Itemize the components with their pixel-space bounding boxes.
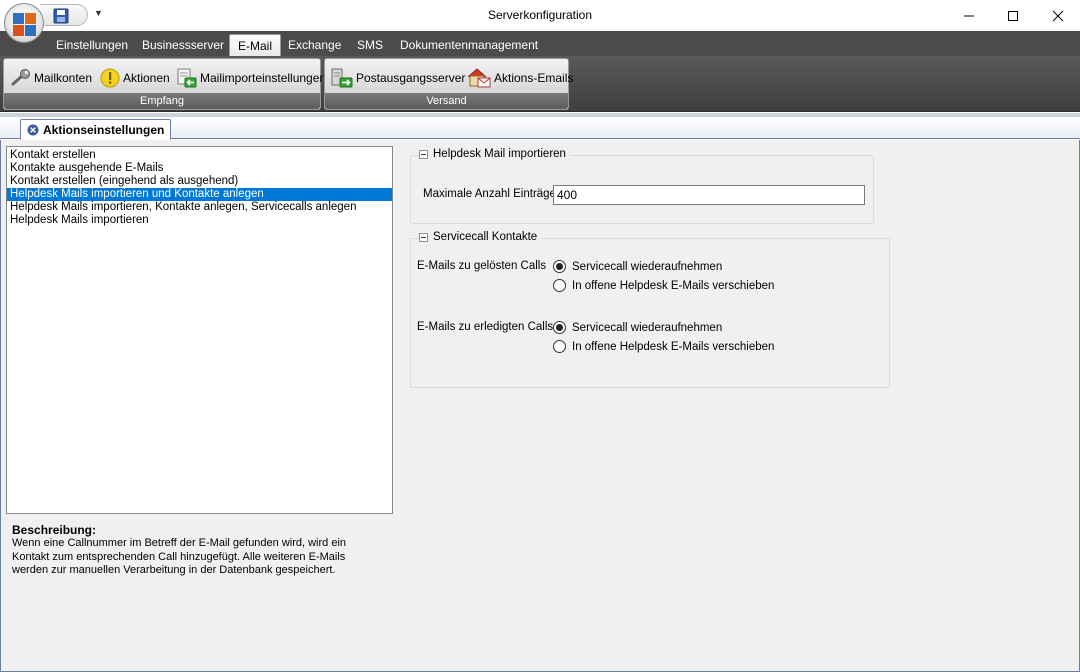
tab-businessserver[interactable]: Businessserver [134, 34, 232, 56]
close-tab-icon[interactable] [27, 124, 39, 136]
postausgangsserver-button[interactable]: Postausgangsserver [330, 67, 465, 89]
ribbon-group-label-versand: Versand [325, 93, 568, 109]
mailkonten-button[interactable]: Mailkonten [10, 67, 92, 89]
description-title: Beschreibung: [12, 523, 97, 537]
description-text: Wenn eine Callnummer im Betreff der E-Ma… [12, 537, 347, 576]
ribbon-tab-bar: Einstellungen Businessserver E-Mail Exch… [0, 31, 1080, 56]
ribbon-group-empfang: Mailkonten Aktionen Mailimporteinstellun… [3, 58, 326, 110]
max-entries-input[interactable] [553, 185, 865, 205]
close-icon [1052, 10, 1064, 21]
done-calls-label: E-Mails zu erledigten Calls [417, 321, 554, 333]
tab-aktionseinstellungen[interactable]: Aktionseinstellungen [20, 119, 172, 140]
done-resume-radio[interactable]: Servicecall wiederaufnehmen [553, 321, 722, 334]
solved-move-radio[interactable]: In offene Helpdesk E-Mails verschieben [553, 279, 774, 292]
mail-import-icon [177, 68, 197, 88]
done-move-radio[interactable]: In offene Helpdesk E-Mails verschieben [553, 340, 774, 353]
helpdesk-group-title: Helpdesk Mail importieren [433, 148, 566, 160]
collapse-icon[interactable] [419, 232, 428, 242]
tab-email[interactable]: E-Mail [229, 34, 282, 56]
servicecall-contacts-group: Servicecall Kontakte E-Mails zu gelösten… [410, 231, 890, 388]
outgoing-server-icon [331, 68, 353, 88]
tab-exchange[interactable]: Exchange [280, 34, 349, 56]
solved-calls-label: E-Mails zu gelösten Calls [417, 260, 547, 272]
max-entries-label: Maximale Anzahl Einträge [423, 188, 556, 200]
list-item[interactable]: Kontakt erstellen (eingehend als ausgehe… [7, 175, 392, 188]
warning-icon [100, 68, 120, 88]
tab-dokumentenmanagement[interactable]: Dokumentenmanagement [392, 34, 546, 56]
maximize-icon [1008, 10, 1018, 21]
title-bar: ▼ Serverkonfiguration [0, 0, 1080, 43]
ribbon-group-versand: Postausgangsserver Aktions-Emails Versan… [324, 58, 573, 110]
minimize-icon [964, 15, 974, 16]
collapse-icon[interactable] [419, 149, 428, 159]
solved-resume-radio[interactable]: Servicecall wiederaufnehmen [553, 260, 722, 273]
aktions-emails-button[interactable]: Aktions-Emails [466, 67, 573, 89]
tab-einstellungen[interactable]: Einstellungen [48, 34, 136, 56]
close-button[interactable] [1035, 0, 1080, 31]
mailimporteinstellungen-button[interactable]: Mailimporteinstellungen [176, 67, 326, 89]
helpdesk-mail-group: Helpdesk Mail importieren Maximale Anzah… [410, 148, 874, 224]
list-item[interactable]: Kontakt erstellen [7, 149, 392, 162]
house-mail-icon [467, 68, 491, 88]
wrench-icon [11, 69, 30, 86]
list-item[interactable]: Helpdesk Mails importieren, Kontakte anl… [7, 201, 392, 214]
list-item-selected[interactable]: Helpdesk Mails importieren und Kontakte … [7, 188, 392, 201]
window-title: Serverkonfiguration [487, 8, 593, 22]
list-item[interactable]: Helpdesk Mails importieren [7, 214, 392, 227]
minimize-button[interactable] [946, 0, 992, 31]
tab-sms[interactable]: SMS [349, 34, 391, 56]
list-item[interactable]: Kontakte ausgehende E-Mails [7, 162, 392, 175]
document-tab-bar: Aktionseinstellungen [0, 117, 1080, 140]
main-content: Kontakt erstellen Kontakte ausgehende E-… [0, 140, 1080, 672]
servicecall-group-title: Servicecall Kontakte [433, 231, 538, 243]
ribbon-group-label-empfang: Empfang [4, 93, 320, 109]
app-menu-button[interactable] [4, 3, 44, 43]
aktionen-button[interactable]: Aktionen [99, 67, 170, 89]
actions-listbox[interactable]: Kontakt erstellen Kontakte ausgehende E-… [6, 146, 393, 514]
maximize-button[interactable] [990, 0, 1036, 31]
ribbon: Mailkonten Aktionen Mailimporteinstellun… [0, 56, 1080, 112]
app-logo-icon [13, 13, 24, 24]
